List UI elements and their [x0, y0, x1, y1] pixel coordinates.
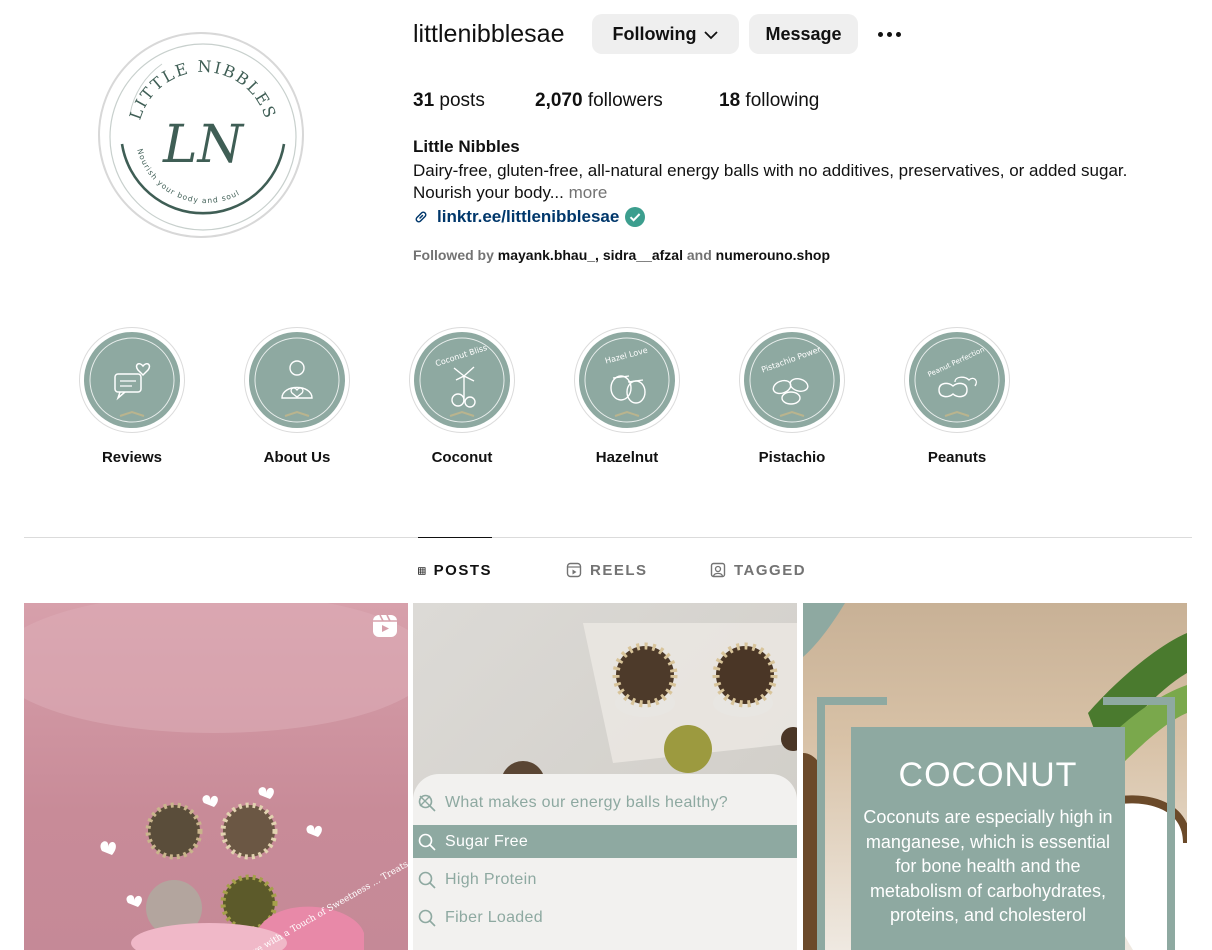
tagged-icon	[710, 562, 726, 578]
profile-full-name: Little Nibbles	[413, 137, 520, 156]
svg-text:Hazel Love: Hazel Love	[604, 346, 649, 366]
quiz-option: Fiber Loaded	[413, 901, 797, 934]
verified-check-icon	[625, 207, 646, 227]
highlight-peanuts[interactable]: Peanut Perfection Peanuts	[904, 327, 1010, 466]
hazelnut-icon: Hazel Love	[584, 337, 670, 423]
highlight-label: Coconut	[431, 449, 493, 466]
highlight-coconut[interactable]: Coconut Bliss Coconut	[409, 327, 515, 466]
quiz-option: High Protein	[413, 863, 797, 896]
svg-text:Pistachio Power: Pistachio Power	[760, 345, 822, 375]
chevron-down-icon	[704, 24, 719, 45]
quiz-question: What makes our energy balls healthy?	[413, 786, 797, 819]
post-tile-3[interactable]: COCONUT Coconuts are especially high in …	[803, 603, 1187, 950]
grid-icon	[418, 566, 426, 575]
tab-reels[interactable]: REELS	[566, 537, 648, 603]
following-button-label: Following	[612, 23, 697, 44]
svg-text:Peanut Perfection: Peanut Perfection	[927, 346, 986, 379]
reels-icon	[566, 562, 582, 578]
bio-more-link[interactable]: more	[569, 183, 608, 202]
search-icon	[418, 833, 436, 851]
search-icon	[418, 871, 436, 889]
post-image: Celebrate Love with a Touch of Sweetness…	[24, 603, 408, 950]
highlight-label: Peanuts	[927, 449, 987, 466]
svg-text:LN: LN	[162, 115, 245, 175]
highlight-label: Reviews	[101, 449, 163, 466]
palm-coconut-icon: Coconut Bliss	[419, 337, 505, 423]
reel-icon	[373, 614, 397, 637]
highlight-hazelnut[interactable]: Hazel Love Hazelnut	[574, 327, 680, 466]
highlight-label: Pistachio	[758, 449, 826, 466]
peanut-icon: Peanut Perfection	[914, 337, 1000, 423]
coconut-info-card: COCONUT Coconuts are especially high in …	[851, 727, 1125, 950]
pistachio-icon: Pistachio Power	[749, 337, 835, 423]
profile-username: littlenibblesae	[413, 20, 565, 48]
followed-by[interactable]: Followed by mayank.bhau_, sidra__afzal a…	[413, 247, 830, 263]
following-button[interactable]: Following	[592, 14, 739, 54]
search-icon	[418, 909, 436, 927]
svg-text:LITTLE NIBBLES: LITTLE NIBBLES	[126, 57, 281, 122]
chat-heart-icon	[89, 337, 175, 423]
tab-posts[interactable]: POSTS	[418, 537, 492, 603]
post-tile-1[interactable]: Celebrate Love with a Touch of Sweetness…	[24, 603, 408, 950]
highlight-label: About Us	[263, 449, 331, 466]
coconut-title: COCONUT	[898, 756, 1078, 794]
highlight-reviews[interactable]: Reviews	[79, 327, 185, 466]
quiz-option-selected: Sugar Free	[413, 825, 797, 858]
profile-avatar[interactable]: LITTLE NIBBLES LN Nourish your body and …	[98, 32, 304, 238]
following-count[interactable]: 18 following	[719, 89, 819, 113]
bio-text: Dairy-free, gluten-free, all-natural ene…	[413, 161, 1128, 202]
svg-text:Coconut Bliss: Coconut Bliss	[434, 343, 488, 368]
coconut-body: Coconuts are especially high in manganes…	[863, 807, 1113, 925]
followers-count[interactable]: 2,070 followers	[535, 89, 663, 113]
close-icon	[419, 795, 431, 807]
profile-external-link[interactable]: linktr.ee/littlenibblesae	[437, 207, 619, 227]
message-button[interactable]: Message	[749, 14, 858, 54]
posts-count: 31 posts	[413, 90, 485, 111]
quiz-sticker: What makes our energy balls healthy? Sug…	[413, 774, 797, 950]
highlight-pistachio[interactable]: Pistachio Power Pistachio	[739, 327, 845, 466]
highlight-label: Hazelnut	[595, 449, 659, 466]
person-heart-icon	[254, 337, 340, 423]
profile-bio: Dairy-free, gluten-free, all-natural ene…	[413, 160, 1173, 204]
tab-tagged[interactable]: TAGGED	[710, 537, 806, 603]
more-options-icon[interactable]	[872, 20, 906, 48]
highlight-about-us[interactable]: About Us	[244, 327, 350, 466]
post-tile-2[interactable]: What makes our energy balls healthy? Sug…	[413, 603, 797, 950]
link-icon	[415, 211, 427, 223]
profile-link-row: linktr.ee/littlenibblesae	[413, 205, 646, 229]
